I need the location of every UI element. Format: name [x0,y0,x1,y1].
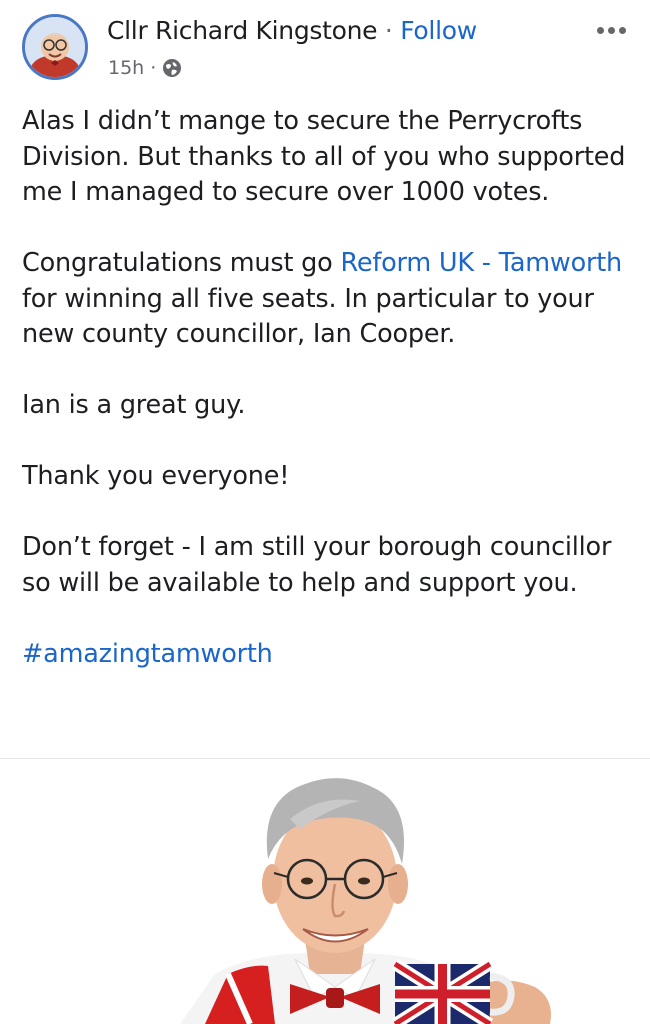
author-line: Cllr Richard Kingstone · Follow [107,14,477,48]
hashtag-link[interactable]: #amazingtamworth [22,637,632,673]
post-paragraph: Don’t forget - I am still your borough c… [22,532,612,598]
post-time[interactable]: 15h [108,56,144,80]
more-dot [619,26,626,34]
post-paragraph: Congratulations must go Reform UK - Tamw… [22,246,632,353]
more-dot [597,26,604,34]
post-paragraph: Alas I didn’t mange to secure the Perryc… [22,106,626,207]
profile-avatar[interactable] [22,14,88,80]
more-dot [608,26,615,34]
globe-icon[interactable] [162,58,182,78]
post-text-segment: for winning all five seats. In particula… [22,283,594,350]
post-meta: 15h · [108,56,182,80]
post-text-segment: Congratulations must go [22,248,341,278]
page-mention-link[interactable]: Reform UK - Tamworth [340,248,622,278]
more-options-icon[interactable] [597,22,633,38]
follow-button[interactable]: Follow [400,16,477,45]
author-name[interactable]: Cllr Richard Kingstone [107,16,378,45]
man-with-mug-image [180,778,551,1024]
cartoon-avatar-icon [25,17,85,77]
post-photo[interactable] [0,759,650,1024]
post-paragraph: Thank you everyone! [22,461,290,491]
meta-separator: · [150,57,157,79]
post-paragraph: Ian is a great guy. [22,390,246,420]
post-header: Cllr Richard Kingstone · Follow 15h · [0,0,650,96]
separator-dot: · [384,16,393,45]
post-body: Alas I didn’t mange to secure the Perryc… [22,104,632,708]
